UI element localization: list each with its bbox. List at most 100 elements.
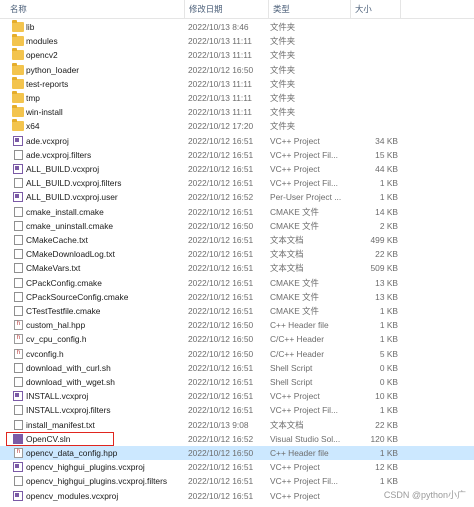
file-size: 499 KB (370, 235, 398, 245)
file-date: 2022/10/12 17:20 (188, 121, 254, 132)
file-row[interactable]: x64 2022/10/12 17:20 文件夹 (0, 119, 474, 133)
vc-project-icon (13, 135, 23, 146)
file-type: VC++ Project Fil... (270, 178, 338, 189)
file-row[interactable]: opencv2 2022/10/13 11:11 文件夹 (0, 48, 474, 62)
file-date: 2022/10/12 16:51 (188, 362, 254, 373)
file-date: 2022/10/13 11:11 (188, 78, 252, 89)
file-row[interactable]: ade.vcxproj 2022/10/12 16:51 VC++ Project 3… (0, 134, 474, 148)
file-icon (14, 263, 23, 274)
file-date: 2022/10/12 16:52 (188, 433, 254, 444)
file-name: opencv_highgui_plugins.vcxproj (26, 462, 145, 473)
folder-icon (12, 76, 24, 89)
file-date: 2022/10/12 16:51 (188, 291, 254, 302)
file-row[interactable]: opencv_highgui_plugins.vcxproj 2022/10/12… (0, 460, 474, 474)
file-name: INSTALL.vcxproj (26, 391, 89, 402)
file-type: 文本文档 (270, 419, 304, 430)
file-name: cv_cpu_config.h (26, 334, 87, 345)
file-date: 2022/10/13 11:11 (188, 36, 252, 47)
file-size (352, 63, 398, 77)
file-name: cvconfig.h (26, 348, 64, 359)
file-size: 14 KB (375, 206, 398, 217)
file-type: CMAKE 文件 (270, 220, 319, 231)
file-row[interactable]: ALL_BUILD.vcxproj 2022/10/12 16:51 VC++ Pr… (0, 162, 474, 176)
file-row[interactable]: win-install 2022/10/13 11:11 文件夹 (0, 105, 474, 119)
watermark: CSDN @python小广 (383, 490, 466, 500)
column-name[interactable]: 名称 (6, 0, 184, 18)
file-row[interactable]: INSTALL.vcxproj.filters 2022/10/12 16:51 V… (0, 403, 474, 417)
file-row[interactable]: h opencv_data_config.hpp 2022/10/12 16:50 C… (0, 446, 474, 461)
file-name: CMakeCache.txt (26, 235, 88, 245)
file-row[interactable]: opencv_highgui_plugins.vcxproj.filters 20… (0, 474, 474, 488)
file-icon (14, 235, 23, 245)
file-row[interactable]: CMakeCache.txt 2022/10/12 16:51 文本文档 499 KB (0, 233, 474, 247)
file-name: CMakeVars.txt (26, 263, 81, 274)
file-size: 2 KB (379, 220, 398, 231)
file-name: ade.vcxproj (26, 135, 69, 146)
file-type: CMAKE 文件 (270, 306, 319, 316)
file-icon (14, 149, 23, 160)
file-row[interactable]: ALL_BUILD.vcxproj.filters 2022/10/12 16:5… (0, 176, 474, 190)
file-type: Per-User Project ... (270, 192, 342, 203)
file-row[interactable]: test-reports 2022/10/13 11:11 文件夹 (0, 76, 474, 91)
column-type[interactable]: 类型 (268, 0, 350, 18)
file-name: opencv_highgui_plugins.vcxproj.filters (26, 476, 168, 487)
column-size[interactable]: 大小 (350, 0, 400, 18)
file-size: 15 KB (375, 149, 398, 160)
file-row[interactable]: download_with_curl.sh 2022/10/12 16:51 She… (0, 361, 474, 375)
file-date: 2022/10/12 16:51 (188, 462, 254, 473)
column-header: 名称 修改日期 类型 大小 (0, 0, 474, 19)
file-type: VC++ Project Fil... (270, 405, 338, 416)
file-type: 文本文档 (270, 249, 304, 260)
file-row[interactable]: CPackSourceConfig.cmake 2022/10/12 16:51 C… (0, 290, 474, 304)
file-date: 2022/10/12 16:51 (188, 235, 254, 245)
file-size: 13 KB (375, 291, 398, 302)
file-name: x64 (26, 121, 40, 132)
file-row[interactable]: CMakeVars.txt 2022/10/12 16:51 文本文档 509 KB (0, 261, 474, 275)
file-type: CMAKE 文件 (270, 291, 319, 302)
file-size: 1 KB (379, 405, 398, 416)
file-type: CMAKE 文件 (270, 277, 319, 288)
file-row[interactable]: INSTALL.vcxproj 2022/10/12 16:51 VC++ Proj… (0, 389, 474, 403)
file-row[interactable]: download_with_wget.sh 2022/10/12 16:51 She… (0, 375, 474, 389)
file-row[interactable]: h custom_hal.hpp 2022/10/12 16:50 C++ Heade… (0, 318, 474, 332)
file-name: ade.vcxproj.filters (26, 149, 92, 160)
file-row[interactable]: h cv_cpu_config.h 2022/10/12 16:50 C/C++ He… (0, 332, 474, 346)
file-row[interactable]: ade.vcxproj.filters 2022/10/12 16:51 VC++ … (0, 148, 474, 162)
folder-icon (12, 48, 24, 61)
file-icon (14, 206, 23, 217)
file-size: 509 KB (370, 263, 398, 274)
file-row[interactable]: install_manifest.txt 2022/10/13 9:08 文本文档 2… (0, 418, 474, 432)
file-name: CPackConfig.cmake (26, 277, 102, 288)
file-size: 0 KB (379, 362, 398, 373)
file-date: 2022/10/12 16:50 (188, 320, 254, 331)
file-row[interactable]: CPackConfig.cmake 2022/10/12 16:51 CMAKE 文… (0, 276, 474, 290)
file-row[interactable]: lib 2022/10/13 8:46 文件夹 (0, 20, 474, 34)
file-date: 2022/10/12 16:51 (188, 277, 254, 288)
file-row[interactable]: tmp 2022/10/13 11:11 文件夹 (0, 91, 474, 105)
file-size: 1 KB (379, 448, 398, 458)
file-name: CPackSourceConfig.cmake (26, 291, 129, 302)
file-row[interactable]: cmake_uninstall.cmake 2022/10/12 16:50 CMA… (0, 219, 474, 233)
file-date: 2022/10/12 16:51 (188, 405, 254, 416)
file-name: tmp (26, 93, 40, 103)
file-row[interactable]: cmake_install.cmake 2022/10/12 16:51 CMAKE… (0, 205, 474, 219)
file-size: 120 KB (370, 433, 398, 444)
file-row[interactable]: h cvconfig.h 2022/10/12 16:50 C/C++ Header 5… (0, 347, 474, 361)
file-type: 文件夹 (270, 121, 296, 132)
file-icon (14, 178, 23, 189)
file-size: 13 KB (375, 277, 398, 288)
folder-icon (12, 20, 24, 32)
file-row[interactable]: CMakeDownloadLog.txt 2022/10/12 16:51 文本文档… (0, 247, 474, 261)
file-name: INSTALL.vcxproj.filters (26, 405, 111, 416)
vc-project-icon (13, 192, 23, 203)
file-row[interactable]: CTestTestfile.cmake 2022/10/12 16:51 CMAKE… (0, 304, 474, 318)
file-row[interactable]: ALL_BUILD.vcxproj.user 2022/10/12 16:52 Pe… (0, 190, 474, 204)
file-row[interactable]: modules 2022/10/13 11:11 文件夹 (0, 34, 474, 48)
file-name: opencv_modules.vcxproj (26, 490, 119, 501)
column-date[interactable]: 修改日期 (184, 0, 268, 18)
file-date: 2022/10/12 16:50 (188, 348, 254, 359)
file-size: 1 KB (379, 178, 398, 189)
file-icon (14, 306, 23, 316)
file-name: CTestTestfile.cmake (26, 306, 101, 316)
file-row[interactable]: python_loader 2022/10/12 16:50 文件夹 (0, 62, 474, 77)
